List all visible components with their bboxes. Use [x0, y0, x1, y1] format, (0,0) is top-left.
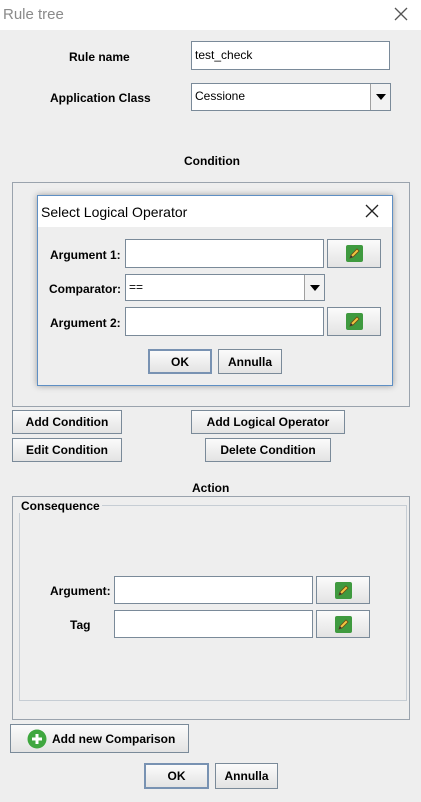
comparator-value: == — [129, 280, 144, 294]
select-logical-operator-dialog: Select Logical Operator Argument 1: Comp… — [37, 195, 393, 386]
add-new-comparison-button[interactable]: Add new Comparison — [10, 724, 189, 753]
rule-name-field[interactable]: test_check — [191, 41, 390, 70]
tag-label: Tag — [70, 618, 91, 632]
dialog-title: Select Logical Operator — [41, 204, 188, 220]
add-logical-operator-button[interactable]: Add Logical Operator — [191, 410, 345, 434]
cancel-button[interactable]: Annulla — [215, 763, 278, 789]
chevron-down-icon[interactable] — [304, 275, 324, 300]
add-new-comparison-label: Add new Comparison — [52, 731, 176, 746]
delete-condition-button[interactable]: Delete Condition — [205, 438, 331, 462]
argument2-field[interactable] — [125, 307, 324, 336]
add-icon — [27, 729, 47, 749]
dialog-ok-button[interactable]: OK — [148, 349, 212, 374]
comparator-select[interactable]: == — [125, 274, 325, 301]
application-class-value: Cessione — [195, 89, 246, 103]
argument-edit-button[interactable] — [316, 576, 370, 604]
title-bar: Rule tree — [0, 0, 421, 30]
tag-field[interactable] — [114, 610, 313, 638]
dialog-cancel-button[interactable]: Annulla — [218, 349, 282, 374]
ok-button[interactable]: OK — [144, 763, 209, 789]
action-panel: Consequence — [12, 496, 410, 720]
close-icon[interactable] — [391, 4, 411, 24]
dialog-title-bar: Select Logical Operator — [38, 196, 392, 227]
comparator-label: Comparator: — [49, 282, 122, 296]
consequence-title: Consequence — [19, 499, 102, 513]
dialog-close-icon[interactable] — [364, 203, 380, 219]
argument2-edit-button[interactable] — [327, 307, 381, 336]
chevron-down-icon[interactable] — [370, 84, 390, 110]
edit-condition-button[interactable]: Edit Condition — [12, 438, 122, 462]
application-class-label: Application Class — [50, 91, 151, 105]
rule-name-label: Rule name — [69, 50, 130, 64]
argument1-edit-button[interactable] — [327, 239, 381, 268]
window-title: Rule tree — [3, 6, 64, 23]
pencil-icon — [345, 245, 363, 262]
pencil-icon — [345, 313, 363, 330]
application-class-select[interactable]: Cessione — [191, 83, 391, 111]
argument1-field[interactable] — [125, 239, 324, 268]
argument1-label: Argument 1: — [50, 248, 121, 262]
action-heading: Action — [192, 481, 230, 495]
tag-edit-button[interactable] — [316, 610, 370, 638]
add-condition-button[interactable]: Add Condition — [12, 410, 122, 434]
condition-heading: Condition — [184, 154, 240, 168]
pencil-icon — [334, 581, 352, 599]
argument2-label: Argument 2: — [50, 316, 121, 330]
pencil-icon — [334, 615, 352, 633]
argument-field[interactable] — [114, 576, 313, 604]
argument-label: Argument: — [50, 584, 111, 598]
